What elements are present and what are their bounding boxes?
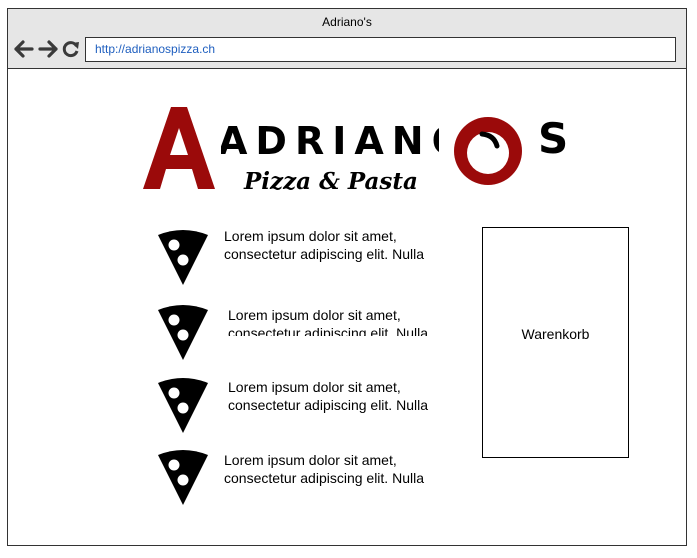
url-input[interactable]: http://adrianospizza.ch xyxy=(85,37,676,62)
menu-item-description: Lorem ipsum dolor sit amet, consectetur … xyxy=(228,379,428,413)
logo-letter-s: S xyxy=(538,114,567,163)
logo-letter-a xyxy=(143,107,215,189)
pizza-slice-icon xyxy=(158,305,208,360)
browser-window: Adriano's http://adrianospizza.ch ADRIAN… xyxy=(7,8,687,546)
cart-label: Warenkorb xyxy=(521,326,590,342)
menu-item[interactable]: Lorem ipsum dolor sit amet, consectetur … xyxy=(156,302,456,372)
window-title: Adriano's xyxy=(322,15,372,29)
forward-button[interactable] xyxy=(38,39,58,59)
menu-item[interactable]: Lorem ipsum dolor sit amet, consectetur … xyxy=(156,375,456,445)
menu-item-description: Lorem ipsum dolor sit amet, consectetur … xyxy=(224,452,424,486)
browser-chrome: Adriano's http://adrianospizza.ch xyxy=(8,9,686,69)
menu-item[interactable]: Lorem ipsum dolor sit amet, consectetur … xyxy=(156,447,456,517)
menu-item[interactable]: Lorem ipsum dolor sit amet, consectetur … xyxy=(156,227,456,297)
menu-item-description: Lorem ipsum dolor sit amet, consectetur … xyxy=(224,228,424,262)
reload-button[interactable] xyxy=(61,39,81,59)
logo-tagline: Pizza & Pasta xyxy=(243,168,418,195)
arrow-right-icon xyxy=(38,40,58,58)
back-button[interactable] xyxy=(14,39,34,59)
reload-icon xyxy=(62,41,79,58)
pizza-slice-icon xyxy=(158,230,208,285)
arrow-left-icon xyxy=(14,40,34,58)
shopping-cart-panel[interactable]: Warenkorb xyxy=(482,227,629,458)
pizza-slice-icon xyxy=(158,378,208,433)
menu-item-description: Lorem ipsum dolor sit amet, consectetur … xyxy=(228,307,428,336)
pizza-slice-icon xyxy=(158,450,208,505)
logo: ADRIANOS S Pizza & Pasta xyxy=(141,101,568,206)
logo-o-icon xyxy=(454,117,522,185)
